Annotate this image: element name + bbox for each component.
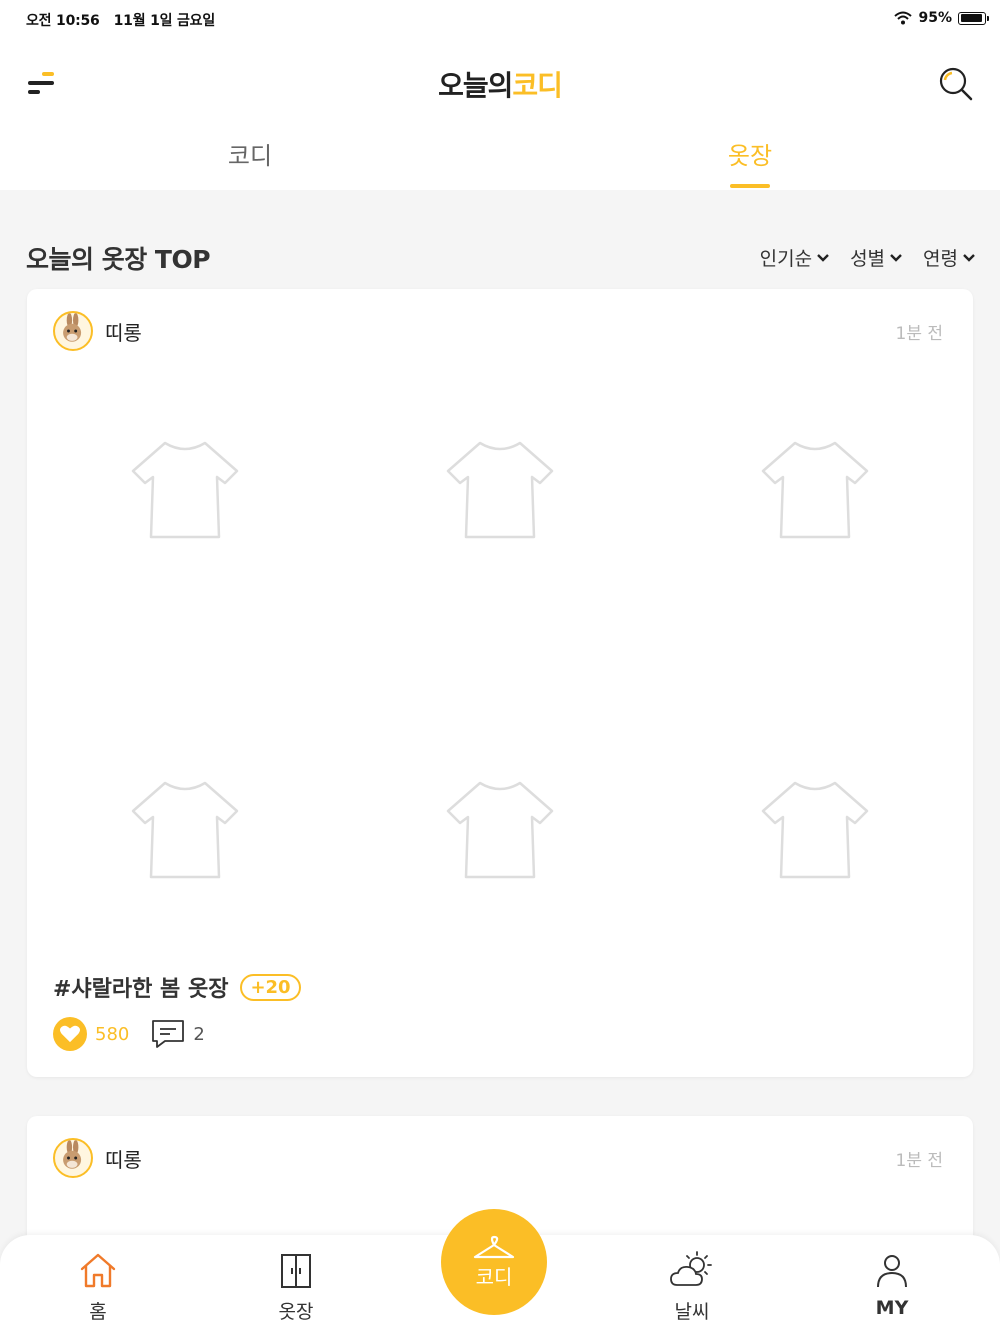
tag-row: #샤랄라한 봄 옷장 +20 (53, 971, 301, 1003)
hanger-icon (473, 1235, 515, 1258)
tab-codi-label: 코디 (227, 142, 273, 170)
nav-my[interactable]: MY (832, 1251, 952, 1319)
card-user[interactable]: 띠롱 (53, 311, 142, 351)
nav-closet-label: 옷장 (278, 1301, 314, 1323)
tshirt-icon (131, 781, 238, 879)
post-time: 1분 전 (895, 324, 944, 344)
tab-active-indicator (730, 184, 770, 188)
wifi-icon (894, 11, 913, 25)
home-icon (80, 1253, 116, 1288)
heart-icon (53, 1017, 87, 1051)
tab-closet[interactable]: 옷장 (500, 130, 1000, 190)
nav-weather[interactable]: 날씨 (632, 1251, 752, 1324)
nav-home-label: 홈 (89, 1301, 107, 1323)
status-datetime: 오전 10:56 11월 1일 금요일 (26, 10, 215, 30)
chevron-down-icon (963, 253, 975, 262)
filter-sort-label: 인기순 (759, 248, 813, 270)
status-time: 오전 10:56 (26, 13, 100, 29)
wardrobe-icon (281, 1254, 311, 1288)
status-bar: 오전 10:56 11월 1일 금요일 95% (0, 0, 1000, 40)
like-count: 580 (95, 1023, 130, 1045)
bottom-nav: 홈 옷장 코디 날씨 MY (0, 1209, 1000, 1334)
extra-count-badge[interactable]: +20 (240, 973, 301, 1001)
nav-codi-button[interactable]: 코디 (441, 1209, 547, 1315)
tab-codi[interactable]: 코디 (0, 130, 500, 190)
clothing-item[interactable] (342, 389, 657, 539)
user-icon (877, 1255, 907, 1288)
battery-icon (958, 11, 989, 25)
filter-age-label: 연령 (923, 248, 958, 270)
filter-gender-label: 성별 (850, 248, 886, 270)
search-button[interactable] (938, 66, 974, 102)
nav-my-label: MY (875, 1297, 909, 1319)
avatar (53, 1138, 93, 1178)
filter-age[interactable]: 연령 (923, 244, 976, 271)
app-header: 오늘의코디 코디 옷장 (0, 40, 1000, 190)
section-title: 오늘의 옷장 TOP (26, 245, 211, 274)
filter-bar: 인기순 성별 연령 (760, 244, 976, 271)
search-icon (939, 67, 973, 101)
clothing-item[interactable] (27, 389, 342, 539)
tab-bar: 코디 옷장 (0, 130, 1000, 190)
tshirt-icon (131, 441, 238, 539)
comment-icon (152, 1020, 185, 1048)
nav-home[interactable]: 홈 (38, 1251, 158, 1324)
filter-gender[interactable]: 성별 (850, 244, 903, 271)
clothing-item[interactable] (342, 729, 657, 879)
logo-part1: 오늘의 (438, 69, 513, 102)
card-user[interactable]: 띠롱 (53, 1138, 142, 1178)
cloud-sun-icon (670, 1251, 712, 1286)
tshirt-icon (762, 441, 869, 539)
clothing-item[interactable] (27, 729, 342, 879)
nav-weather-label: 날씨 (674, 1301, 710, 1323)
closet-tag[interactable]: #샤랄라한 봄 옷장 (53, 971, 228, 1003)
app-logo: 오늘의코디 (0, 64, 1000, 104)
comment-button[interactable]: 2 (151, 1019, 205, 1049)
username: 띠롱 (105, 320, 142, 345)
rabbit-avatar-icon (63, 313, 82, 342)
rabbit-avatar-icon (63, 1140, 82, 1169)
closet-card[interactable]: 띠롱 1분 전 #샤랄라한 봄 옷장 +20 580 2 (27, 289, 973, 1077)
tshirt-icon (446, 781, 554, 879)
battery-percent: 95% (918, 10, 952, 26)
clothes-grid (27, 389, 973, 879)
card-actions: 580 2 (53, 1017, 205, 1051)
tshirt-icon (446, 441, 554, 539)
filter-sort[interactable]: 인기순 (760, 244, 830, 271)
nav-codi-label: 코디 (475, 1264, 513, 1289)
like-button[interactable]: 580 (53, 1017, 129, 1051)
chevron-down-icon (817, 253, 829, 262)
avatar (53, 311, 93, 351)
status-right: 95% (894, 10, 989, 26)
tshirt-icon (762, 781, 869, 879)
username: 띠롱 (105, 1147, 142, 1172)
clothing-item[interactable] (658, 389, 973, 539)
status-date: 11월 1일 금요일 (113, 13, 216, 29)
post-time: 1분 전 (895, 1151, 944, 1171)
logo-part2: 코디 (512, 69, 563, 102)
tab-closet-label: 옷장 (727, 142, 773, 170)
nav-closet[interactable]: 옷장 (236, 1251, 356, 1324)
chevron-down-icon (890, 253, 902, 262)
clothing-item[interactable] (658, 729, 973, 879)
comment-count: 2 (193, 1023, 205, 1045)
